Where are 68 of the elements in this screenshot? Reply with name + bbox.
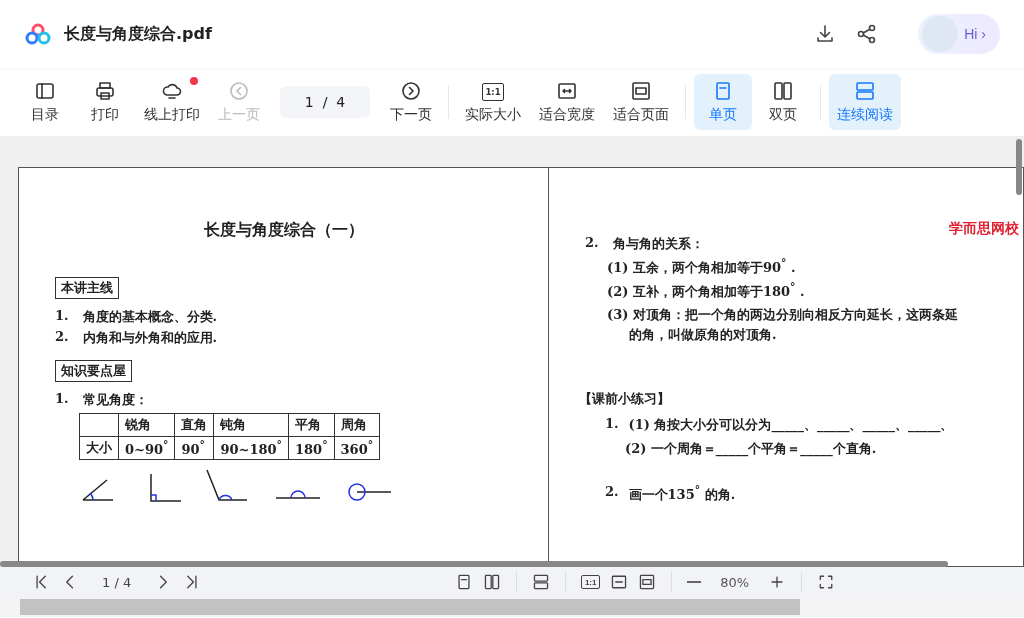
list-text: 内角和与外角和的应用.	[82, 329, 218, 347]
list-number: 2.	[55, 329, 69, 346]
toolbar-button[interactable]: 1:1 实际大小	[457, 74, 529, 130]
table-cell	[79, 413, 119, 437]
list-number: 2.	[585, 235, 599, 252]
scrollbar-thumb[interactable]	[20, 599, 800, 615]
scrollbar-thumb[interactable]	[1016, 139, 1022, 195]
exercise-text: (2) 一个周角＝_____个平角＝_____个直角.	[625, 439, 878, 458]
toolbar-button[interactable]: 适合页面	[605, 74, 677, 130]
chevron-right-circle-icon	[400, 80, 422, 102]
app-logo	[24, 22, 52, 46]
fit-width-icon	[610, 573, 629, 591]
page-title: 长度与角度综合（一）	[202, 220, 365, 241]
table-cell: 90$^{°}$	[174, 436, 214, 460]
toolbar-button[interactable]: 适合宽度	[531, 74, 603, 130]
minus-icon	[687, 581, 702, 583]
toolbar-button[interactable]: 单页	[694, 74, 752, 130]
sidebar-icon	[34, 80, 56, 102]
exercise-text: (1) 角按大小分可以分为_____、_____、_____、_____、	[628, 415, 954, 434]
list-text: 角度的基本概念、分类.	[82, 308, 218, 326]
scrollbar-thumb[interactable]	[0, 561, 948, 567]
table-cell: 大小	[79, 436, 119, 460]
printer-icon	[94, 80, 116, 102]
list-number: 1.	[55, 308, 69, 325]
continuous-pages-icon	[854, 80, 876, 102]
toolbar-button[interactable]: 双页	[754, 74, 812, 130]
table-cell: 钝角	[213, 413, 289, 437]
actual-size-button[interactable]: 1:1	[576, 572, 606, 592]
table-cell: 90~180$^{°}$	[213, 436, 289, 460]
section-label: 本讲主线	[55, 277, 119, 299]
table-cell: 0~90$^{°}$	[118, 436, 175, 460]
section-label: 知识要点屋	[55, 360, 132, 382]
page-indicator: 1 / 4	[102, 574, 132, 590]
chevron-left-circle-icon	[228, 80, 250, 102]
table-cell: 平角	[288, 413, 335, 437]
table-cell: 周角	[334, 413, 380, 437]
document-title: 长度与角度综合.pdf	[64, 23, 213, 45]
fit-width-icon	[556, 80, 578, 102]
assistant-button[interactable]: Hi ›	[918, 14, 1000, 54]
toolbar-button[interactable]: 目录	[16, 74, 74, 130]
toolbar-button[interactable]: 连续阅读	[829, 74, 901, 130]
publisher-logo: 学而思网校	[949, 220, 1019, 238]
continuous-pages-icon	[532, 573, 551, 591]
toolbar-button[interactable]: 打印	[76, 74, 134, 130]
zoom-level: 80%	[720, 574, 750, 590]
page-indicator[interactable]: 1 / 4	[280, 86, 370, 118]
list-text: 角与角的关系：	[612, 235, 704, 253]
list-number: 2.	[605, 483, 619, 501]
toolbar-button[interactable]: 下一页	[382, 74, 440, 130]
fit-page-icon	[630, 80, 652, 102]
list-number: 1.	[55, 391, 69, 408]
section-heading: 【课前小练习】	[579, 389, 671, 408]
list-text: (2) 互补，两个角相加等于180$^{°}$ .	[607, 281, 806, 302]
list-text: 常见角度：	[82, 391, 148, 409]
table-cell: 直角	[174, 413, 214, 437]
list-number: 1.	[605, 415, 619, 433]
fit-page-icon	[638, 573, 657, 591]
table-cell: 360$^{°}$	[334, 436, 380, 460]
exercise-text: 画一个135$^{°}$ 的角.	[628, 483, 736, 504]
double-page-icon	[483, 573, 502, 591]
list-text: (1) 互余，两个角相加等于90$^{°}$ .	[607, 257, 797, 278]
table-cell: 180$^{°}$	[288, 436, 335, 460]
toolbar-button[interactable]: 线上打印	[136, 74, 208, 130]
table-cell: 锐角	[118, 413, 175, 437]
avatar	[922, 16, 959, 52]
double-page-icon	[772, 80, 794, 102]
list-text: 的角，叫做原角的对顶角.	[629, 325, 778, 344]
list-text: (3) 对顶角：把一个角的两边分别向相反方向延长，这两条延	[607, 305, 959, 324]
